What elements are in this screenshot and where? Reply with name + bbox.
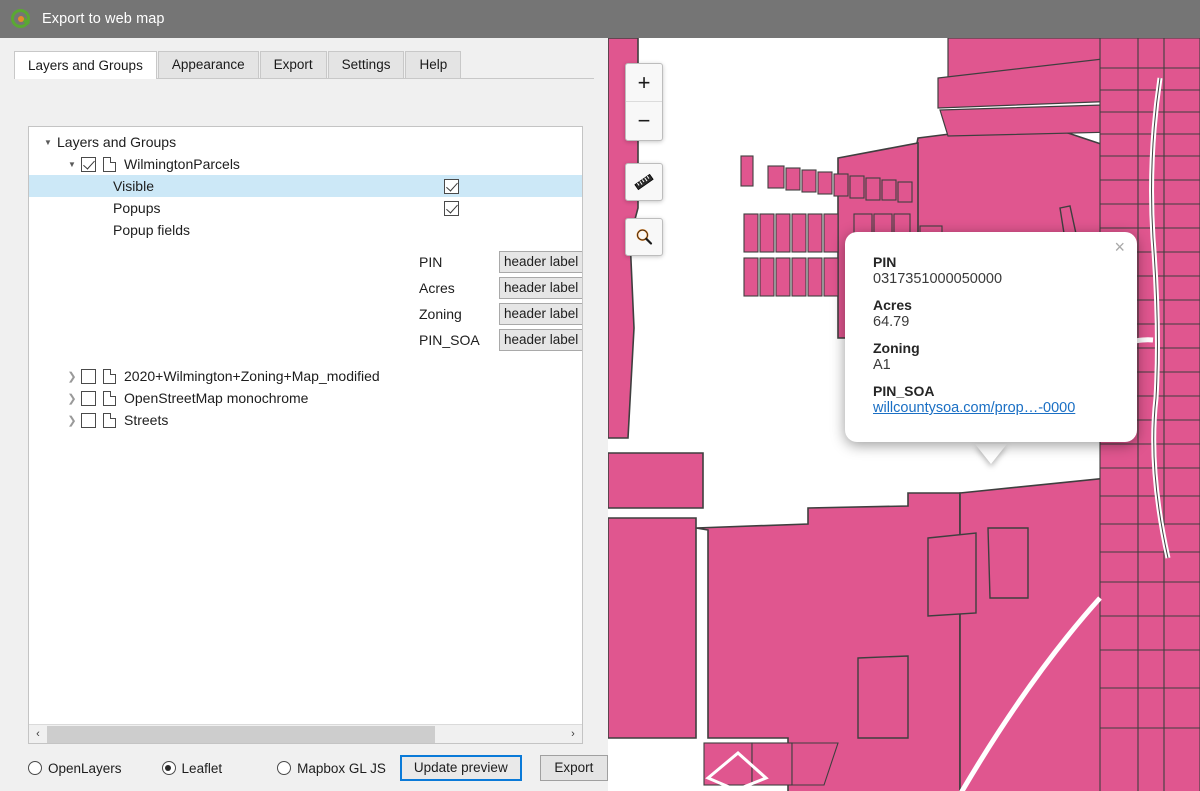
radio-openlayers[interactable]: OpenLayers [28,761,122,776]
tab-export[interactable]: Export [259,51,327,78]
layers-tree-view[interactable]: Layers and Groups WilmingtonParcels Visi… [28,126,583,744]
field-header-label-combo-pin[interactable]: header label [499,251,582,273]
tree-item-wilmingtonparcels[interactable]: WilmingtonParcels [29,153,582,175]
radio-mapbox-label: Mapbox GL JS [297,760,386,776]
layer-visibility-checkbox[interactable] [81,368,96,384]
popup-field-link-pin-soa[interactable]: willcountysoa.com/prop…-0000 [873,400,1075,416]
zoom-out-button[interactable]: − [626,102,662,140]
scrollbar-thumb[interactable] [47,725,435,743]
popup-field-key-pin: PIN [873,254,897,270]
chevron-right-icon[interactable] [63,414,81,427]
popup-field-key-acres: Acres [873,297,912,313]
tab-settings[interactable]: Settings [327,51,405,78]
popup-field-row-acres: Acres header label [29,275,582,301]
chevron-right-icon[interactable] [63,370,81,383]
zoom-in-button[interactable]: + [626,64,662,102]
tree-root-layers-and-groups[interactable]: Layers and Groups [29,131,582,153]
window-title: Export to web map [42,11,165,27]
tree-item-popup-fields[interactable]: Popup fields [29,219,582,241]
dialog-bottom-bar: OpenLayers Leaflet Mapbox GL JS Update p… [0,745,608,791]
layer-document-icon [103,156,116,172]
radio-mapbox-indicator[interactable] [277,761,292,775]
chevron-down-icon[interactable] [63,158,81,170]
radio-openlayers-indicator[interactable] [28,761,42,775]
tab-bar: Layers and Groups Appearance Export Sett… [14,51,594,79]
tree-item-visible[interactable]: Visible [29,175,582,197]
window-titlebar: Export to web map [0,0,1200,38]
layer-visibility-checkbox[interactable] [81,412,96,428]
popup-field-value-zoning: A1 [873,357,891,373]
popup-field-row-pin-soa: PIN_SOA header label [29,327,582,353]
export-button[interactable]: Export [539,755,608,781]
tab-help[interactable]: Help [405,51,462,78]
feature-popup[interactable]: × PIN 0317351000050000 Acres 64.79 Zonin… [845,232,1137,442]
popup-field-key-zoning: Zoning [873,340,920,356]
popup-field-row-pin: PIN header label [29,249,582,275]
popup-field-row-zoning: Zoning header label [29,301,582,327]
export-to-web-map-window: Export to web map Layers and Groups Appe… [0,0,1200,791]
popup-field-value-pin: 0317351000050000 [873,271,1003,287]
radio-leaflet[interactable]: Leaflet [161,760,223,776]
zoom-control-group[interactable]: + − [625,63,663,141]
popup-field-key-pin-soa: PIN_SOA [873,383,935,399]
magnifier-icon [636,229,653,245]
chevron-right-icon[interactable] [63,392,81,405]
tree-item-streets[interactable]: Streets [29,409,582,431]
radio-leaflet-label: Leaflet [181,760,223,776]
map-search-button[interactable] [625,218,663,256]
ruler-icon [634,173,654,191]
tree-item-popups[interactable]: Popups [29,197,582,219]
layer-document-icon [103,390,116,406]
field-header-label-combo-zoning[interactable]: header label [499,303,582,325]
field-header-label-combo-acres[interactable]: header label [499,277,582,299]
field-name-zoning: Zoning [419,306,462,322]
popup-field-value-acres: 64.79 [873,314,910,330]
visible-checkbox[interactable] [444,178,459,194]
tree-item-zoning-map[interactable]: 2020+Wilmington+Zoning+Map_modified [29,365,582,387]
scrollbar-track[interactable] [47,725,564,743]
field-name-pin: PIN [419,254,443,270]
radio-openlayers-label: OpenLayers [48,760,122,776]
radio-mapbox-gl-js[interactable]: Mapbox GL JS [277,761,386,776]
field-name-pin-soa: PIN_SOA [419,332,480,348]
chevron-down-icon[interactable] [39,136,57,148]
layer-visibility-checkbox[interactable] [81,390,96,406]
tree-horizontal-scrollbar[interactable]: ‹ › [29,724,582,743]
scroll-right-arrow-icon[interactable]: › [564,725,582,743]
popup-close-icon[interactable]: × [1114,238,1125,256]
field-name-acres: Acres [419,280,455,296]
update-preview-button[interactable]: Update preview [399,755,522,781]
dialog-body: Layers and Groups Appearance Export Sett… [0,38,608,791]
tab-appearance[interactable]: Appearance [157,51,259,78]
tree-item-openstreetmap-monochrome[interactable]: OpenStreetMap monochrome [29,387,582,409]
qgis-logo-icon [10,8,32,30]
scroll-left-arrow-icon[interactable]: ‹ [29,725,47,743]
popups-checkbox[interactable] [444,200,459,216]
layer-document-icon [103,412,116,428]
popup-tail [975,444,1007,464]
measure-tool-button[interactable] [625,163,663,201]
tab-layers-and-groups[interactable]: Layers and Groups [14,51,157,79]
layer-document-icon [103,368,116,384]
layer-visibility-checkbox[interactable] [81,156,96,172]
radio-leaflet-indicator[interactable] [161,761,176,775]
field-header-label-combo-pin-soa[interactable]: header label [499,329,582,351]
